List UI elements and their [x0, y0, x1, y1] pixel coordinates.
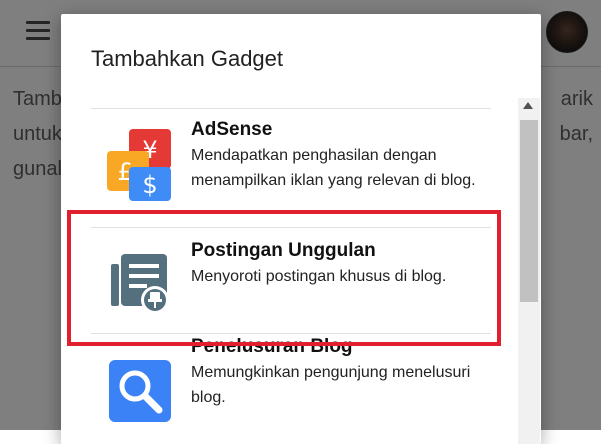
- svg-text:$: $: [142, 171, 157, 199]
- gadget-item-blog-search[interactable]: Penelusuran Blog Memungkinkan pengunjung…: [91, 333, 491, 444]
- gadget-title: AdSense: [191, 119, 273, 140]
- scrollbar-thumb[interactable]: [520, 120, 538, 302]
- highlight-box: [67, 210, 501, 346]
- gadget-description: Mendapatkan penghasilan dengan menampilk…: [191, 147, 476, 189]
- dialog-title: Tambahkan Gadget: [91, 46, 284, 71]
- adsense-icon: ¥ £ $: [107, 129, 175, 201]
- gadget-description: Memungkinkan pengunjung menelusuri blog.: [191, 364, 471, 406]
- blog-search-icon: [107, 356, 175, 428]
- scroll-up-arrow-icon[interactable]: [523, 102, 533, 109]
- scrollbar[interactable]: [518, 98, 540, 444]
